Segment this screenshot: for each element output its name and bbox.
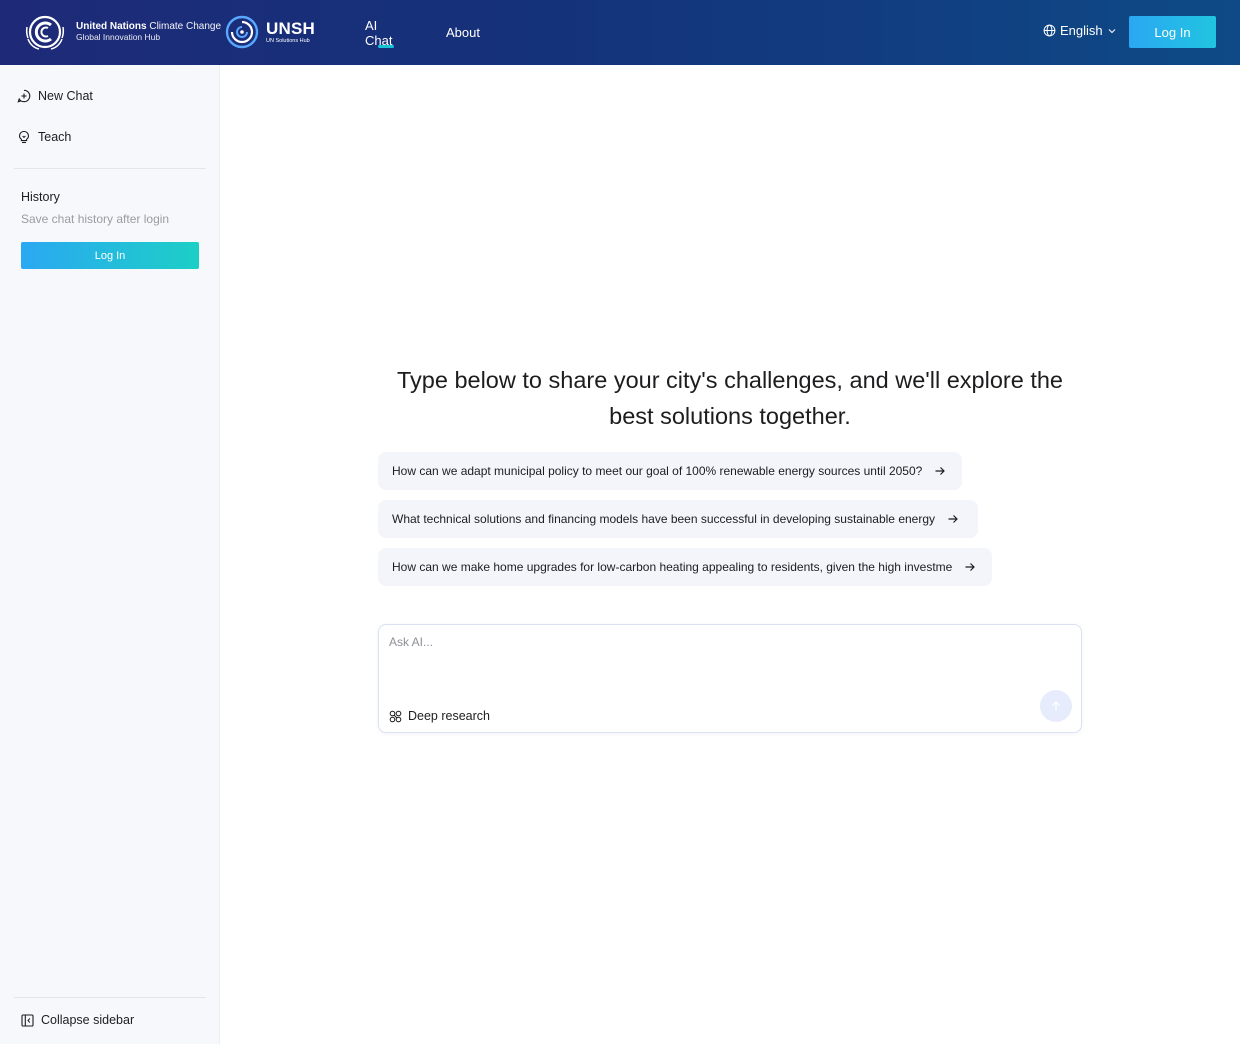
send-button[interactable] [1040,690,1072,722]
teach-label: Teach [38,130,72,144]
nav-ai-chat-label: AI Chat [365,17,393,48]
suggestion-text: What technical solutions and financing m… [392,512,936,526]
nav-about-label: About [446,25,480,40]
arrow-right-icon [964,561,976,573]
language-label: English [1060,23,1103,38]
unsh-subtitle: UN Solutions Hub [266,37,310,44]
unfccc-wordmark: United Nations Climate Change Global Inn… [76,21,221,43]
language-selector[interactable]: English [1043,23,1117,38]
chevron-down-icon [1108,28,1115,33]
globe-icon [1043,24,1056,37]
nav-about[interactable]: About [446,0,480,65]
arrow-up-icon [1052,701,1060,711]
collapse-sidebar-button[interactable]: Collapse sidebar [21,1013,134,1027]
unfccc-name-bold: United Nations [76,21,147,32]
un-emblem-icon [25,15,65,50]
ask-ai-input[interactable] [389,635,1029,685]
lightbulb-icon [19,130,29,144]
arrow-right-icon [947,513,959,525]
arrow-right-icon [934,465,946,477]
sidebar-divider [14,168,206,169]
chat-composer: Deep research [378,624,1082,733]
unsh-title: UNSH [266,18,315,38]
unfccc-name-light: Climate Change [149,21,222,32]
sidebar: New Chat Teach History Save chat history… [0,65,220,1044]
history-hint: Save chat history after login [21,212,170,226]
collapse-sidebar-icon [21,1013,34,1027]
new-chat-button[interactable]: New Chat [17,89,93,103]
suggestion-chip[interactable]: What technical solutions and financing m… [378,500,978,538]
deep-research-toggle[interactable]: Deep research [389,709,490,723]
deep-research-label: Deep research [408,709,490,723]
collapse-sidebar-label: Collapse sidebar [41,1013,135,1027]
teach-button[interactable]: Teach [17,130,71,144]
page-headline: Type below to share your city's challeng… [396,367,1064,429]
suggestion-text: How can we make home upgrades for low-ca… [392,560,953,574]
new-chat-icon [17,89,31,103]
unfccc-logo[interactable]: United Nations Climate Change Global Inn… [22,13,221,51]
main-nav: AI Chat About [365,0,480,65]
history-title: History [21,190,60,204]
new-chat-label: New Chat [38,89,93,103]
unsh-spiral-icon [225,15,259,49]
nav-ai-chat[interactable]: AI Chat [365,0,406,65]
suggestion-chip[interactable]: How can we adapt municipal policy to mee… [378,452,962,490]
suggestion-chip[interactable]: How can we make home upgrades for low-ca… [378,548,992,586]
suggestion-text: How can we adapt municipal policy to mee… [392,464,923,478]
sidebar-bottom-divider [14,997,206,998]
unsh-logo[interactable]: UNSH UN Solutions Hub [224,14,315,50]
deep-research-icon [389,710,402,722]
sidebar-login-button[interactable]: Log In [21,242,199,269]
unfccc-subtitle: Global Innovation Hub [76,32,161,42]
header-login-button[interactable]: Log In [1129,16,1216,48]
top-header: United Nations Climate Change Global Inn… [0,0,1240,65]
